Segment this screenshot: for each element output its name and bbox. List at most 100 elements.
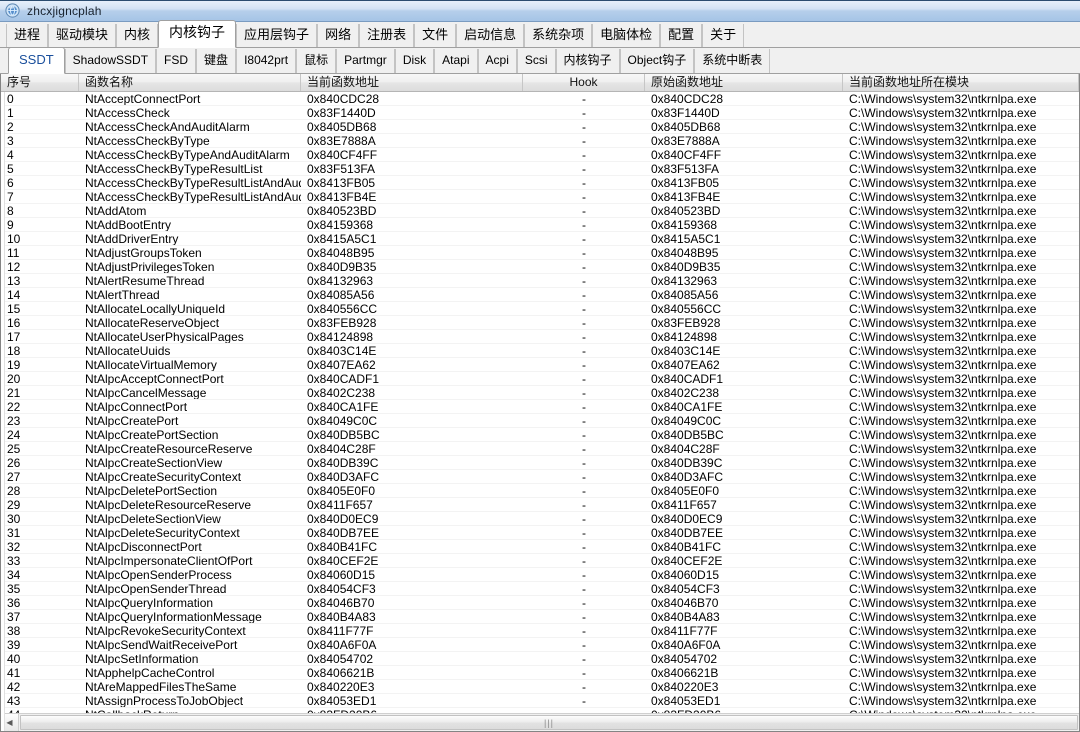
main-tab-5[interactable]: 网络	[317, 24, 360, 47]
table-row[interactable]: 16 NtAllocateReserveObject 0x83FEB928 - 0x83…	[1, 316, 1079, 330]
table-row[interactable]: 23 NtAlpcCreatePort 0x84049C0C - 0x84049C0C C…	[1, 414, 1079, 428]
table-row[interactable]: 4 NtAccessCheckByTypeAndAuditAlarm 0x840CF…	[1, 148, 1079, 162]
table-row[interactable]: 40 NtAlpcSetInformation 0x84054702 - 0x84054…	[1, 652, 1079, 666]
horizontal-scrollbar[interactable]: ◀ |||	[1, 713, 1079, 731]
column-header-original-addr[interactable]: 原始函数地址	[645, 74, 843, 91]
table-row[interactable]: 7 NtAccessCheckByTypeResultListAndAuditAl…	[1, 190, 1079, 204]
cell-function-name: NtAdjustGroupsToken	[85, 246, 202, 259]
cell-module-path: C:\Windows\system32\ntkrnlpa.exe	[849, 302, 1037, 315]
sub-tab-9[interactable]: Acpi	[477, 49, 517, 73]
cell-current-addr: 0x8404C28F	[307, 442, 376, 455]
cell-function-name: NtAreMappedFilesTheSame	[85, 680, 237, 693]
table-row[interactable]: 14 NtAlertThread 0x84085A56 - 0x84085A56 C:\W…	[1, 288, 1079, 302]
table-row[interactable]: 9 NtAddBootEntry 0x84159368 - 0x84159368 C:\W…	[1, 218, 1079, 232]
cell-current-addr: 0x840D9B35	[307, 260, 377, 273]
table-row[interactable]: 38 NtAlpcRevokeSecurityContext 0x8411F77F -…	[1, 624, 1079, 638]
sub-tab-11[interactable]: 内核钩子	[555, 49, 620, 73]
main-tab-2[interactable]: 内核	[116, 24, 159, 47]
main-tab-0[interactable]: 进程	[6, 24, 49, 47]
table-row[interactable]: 39 NtAlpcSendWaitReceivePort 0x840A6F0A - 0x…	[1, 638, 1079, 652]
cell-current-addr: 0x8411F77F	[307, 624, 374, 637]
table-row[interactable]: 15 NtAllocateLocallyUniqueId 0x840556CC - 0x…	[1, 302, 1079, 316]
table-row[interactable]: 1 NtAccessCheck 0x83F1440D - 0x83F1440D C:\Wi…	[1, 106, 1079, 120]
table-row[interactable]: 33 NtAlpcImpersonateClientOfPort 0x840CEF2…	[1, 554, 1079, 568]
main-tab-10[interactable]: 电脑体检	[592, 24, 661, 47]
table-row[interactable]: 24 NtAlpcCreatePortSection 0x840DB5BC - 0x84…	[1, 428, 1079, 442]
table-row[interactable]: 12 NtAdjustPrivilegesToken 0x840D9B35 - 0x84…	[1, 260, 1079, 274]
cell-function-name: NtAlpcOpenSenderThread	[85, 582, 227, 595]
table-row[interactable]: 6 NtAccessCheckByTypeResultListAndAuditAl…	[1, 176, 1079, 190]
column-header-module[interactable]: 当前函数地址所在模块	[843, 74, 1079, 91]
sub-tab-2[interactable]: FSD	[156, 49, 197, 73]
main-tab-8[interactable]: 启动信息	[456, 24, 525, 47]
table-row[interactable]: 28 NtAlpcDeletePortSection 0x8405E0F0 - 0x84…	[1, 484, 1079, 498]
main-tab-3[interactable]: 内核钩子	[158, 20, 237, 48]
table-row[interactable]: 36 NtAlpcQueryInformation 0x84046B70 - 0x840…	[1, 596, 1079, 610]
table-row[interactable]: 5 NtAccessCheckByTypeResultList 0x83F513FA…	[1, 162, 1079, 176]
table-row[interactable]: 31 NtAlpcDeleteSecurityContext 0x840DB7EE -…	[1, 526, 1079, 540]
column-header-current-addr[interactable]: 当前函数地址	[301, 74, 523, 91]
table-row[interactable]: 43 NtAssignProcessToJobObject 0x84053ED1 - 0…	[1, 694, 1079, 708]
cell-current-addr: 0x84054CF3	[307, 582, 376, 595]
table-row[interactable]: 2 NtAccessCheckAndAuditAlarm 0x8405DB68 - 0x…	[1, 120, 1079, 134]
sub-tab-6[interactable]: Partmgr	[336, 49, 395, 73]
column-header-hook[interactable]: Hook	[523, 74, 645, 91]
table-row[interactable]: 3 NtAccessCheckByType 0x83E7888A - 0x83E7888…	[1, 134, 1079, 148]
table-row[interactable]: 8 NtAddAtom 0x840523BD - 0x840523BD C:\Window…	[1, 204, 1079, 218]
sub-tab-3[interactable]: 键盘	[196, 49, 237, 73]
main-tab-9[interactable]: 系统杂项	[524, 24, 593, 47]
table-row[interactable]: 32 NtAlpcDisconnectPort 0x840B41FC - 0x840B4…	[1, 540, 1079, 554]
table-row[interactable]: 34 NtAlpcOpenSenderProcess 0x84060D15 - 0x84…	[1, 568, 1079, 582]
table-row[interactable]: 27 NtAlpcCreateSecurityContext 0x840D3AFC -…	[1, 470, 1079, 484]
main-tab-7[interactable]: 文件	[414, 24, 457, 47]
sub-tab-10[interactable]: Scsi	[516, 49, 556, 73]
column-header-index[interactable]: 序号	[1, 74, 79, 91]
sub-tab-12[interactable]: Object钩子	[619, 49, 695, 73]
cell-original-addr: 0x840CDC28	[651, 92, 724, 105]
cell-hook: -	[582, 428, 586, 441]
table-row[interactable]: 37 NtAlpcQueryInformationMessage 0x840B4A8…	[1, 610, 1079, 624]
table-row[interactable]: 17 NtAllocateUserPhysicalPages 0x84124898 -…	[1, 330, 1079, 344]
main-tab-4[interactable]: 应用层钩子	[236, 24, 318, 47]
app-globe-icon	[5, 3, 20, 18]
cell-original-addr: 0x84060D15	[651, 568, 720, 581]
table-row[interactable]: 20 NtAlpcAcceptConnectPort 0x840CADF1 - 0x84…	[1, 372, 1079, 386]
sub-tab-13[interactable]: 系统中断表	[694, 49, 771, 73]
sub-tab-7[interactable]: Disk	[394, 49, 435, 73]
table-row[interactable]: 29 NtAlpcDeleteResourceReserve 0x8411F657 -…	[1, 498, 1079, 512]
table-row[interactable]: 42 NtAreMappedFilesTheSame 0x840220E3 - 0x84…	[1, 680, 1079, 694]
main-tab-11[interactable]: 配置	[660, 24, 703, 47]
table-row[interactable]: 19 NtAllocateVirtualMemory 0x8407EA62 - 0x84…	[1, 358, 1079, 372]
cell-function-name: NtAccessCheckByTypeResultList	[85, 162, 263, 175]
table-row[interactable]: 11 NtAdjustGroupsToken 0x84048B95 - 0x84048B…	[1, 246, 1079, 260]
scroll-left-arrow[interactable]: ◀	[1, 714, 19, 731]
table-row[interactable]: 13 NtAlertResumeThread 0x84132963 - 0x841329…	[1, 274, 1079, 288]
table-body[interactable]: 0 NtAcceptConnectPort 0x840CDC28 - 0x840CDC2…	[1, 92, 1079, 713]
sub-tab-8[interactable]: Atapi	[434, 49, 478, 73]
sub-tab-1[interactable]: ShadowSSDT	[64, 49, 157, 73]
table-row[interactable]: 18 NtAllocateUuids 0x8403C14E - 0x8403C14E C:…	[1, 344, 1079, 358]
table-row[interactable]: 35 NtAlpcOpenSenderThread 0x84054CF3 - 0x840…	[1, 582, 1079, 596]
main-tab-1[interactable]: 驱动模块	[48, 24, 117, 47]
cell-original-addr: 0x840DB5BC	[651, 428, 724, 441]
sub-tab-0[interactable]: SSDT	[8, 47, 65, 74]
main-tab-12[interactable]: 关于	[702, 24, 745, 47]
table-row[interactable]: 21 NtAlpcCancelMessage 0x8402C238 - 0x8402C2…	[1, 386, 1079, 400]
table-row[interactable]: 10 NtAddDriverEntry 0x8415A5C1 - 0x8415A5C1 C…	[1, 232, 1079, 246]
table-row[interactable]: 0 NtAcceptConnectPort 0x840CDC28 - 0x840CDC2…	[1, 92, 1079, 106]
sub-tab-4[interactable]: I8042prt	[236, 49, 297, 73]
cell-original-addr: 0x840523BD	[651, 204, 721, 217]
table-row[interactable]: 25 NtAlpcCreateResourceReserve 0x8404C28F -…	[1, 442, 1079, 456]
cell-current-addr: 0x8415A5C1	[307, 232, 377, 245]
sub-tab-5[interactable]: 鼠标	[296, 49, 337, 73]
column-header-function[interactable]: 函数名称	[79, 74, 301, 91]
table-row[interactable]: 22 NtAlpcConnectPort 0x840CA1FE - 0x840CA1FE…	[1, 400, 1079, 414]
scroll-thumb[interactable]: |||	[20, 715, 1078, 730]
main-tab-strip: 进程 驱动模块 内核 内核钩子 应用层钩子 网络 注册表 文件 启动信息 系统杂项 电脑体检 配置 关于	[0, 20, 1080, 48]
table-row[interactable]: 41 NtApphelpCacheControl 0x8406621B - 0x8406…	[1, 666, 1079, 680]
table-row[interactable]: 30 NtAlpcDeleteSectionView 0x840D0EC9 - 0x84…	[1, 512, 1079, 526]
cell-current-addr: 0x84054702	[307, 652, 374, 665]
cell-function-name: NtAllocateUuids	[85, 344, 171, 357]
main-tab-6[interactable]: 注册表	[359, 24, 415, 47]
table-row[interactable]: 26 NtAlpcCreateSectionView 0x840DB39C - 0x84…	[1, 456, 1079, 470]
